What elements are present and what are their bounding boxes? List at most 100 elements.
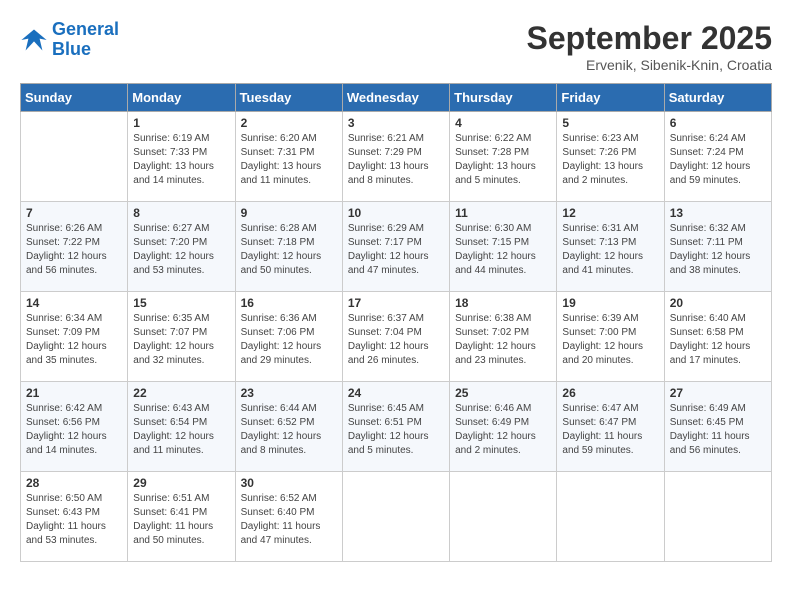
day-number: 28 bbox=[26, 476, 122, 490]
day-info: Sunrise: 6:37 AM Sunset: 7:04 PM Dayligh… bbox=[348, 312, 444, 368]
day-info: Sunrise: 6:46 AM Sunset: 6:49 PM Dayligh… bbox=[455, 402, 551, 458]
day-info: Sunrise: 6:42 AM Sunset: 6:56 PM Dayligh… bbox=[26, 402, 122, 458]
day-number: 13 bbox=[670, 206, 766, 220]
day-number: 7 bbox=[26, 206, 122, 220]
day-info: Sunrise: 6:52 AM Sunset: 6:40 PM Dayligh… bbox=[241, 492, 337, 548]
day-number: 14 bbox=[26, 296, 122, 310]
location-subtitle: Ervenik, Sibenik-Knin, Croatia bbox=[527, 57, 772, 73]
day-info: Sunrise: 6:32 AM Sunset: 7:11 PM Dayligh… bbox=[670, 222, 766, 278]
calendar-cell: 15 Sunrise: 6:35 AM Sunset: 7:07 PM Dayli… bbox=[128, 292, 235, 382]
day-info: Sunrise: 6:40 AM Sunset: 6:58 PM Dayligh… bbox=[670, 312, 766, 368]
calendar-week-row: 14 Sunrise: 6:34 AM Sunset: 7:09 PM Dayli… bbox=[21, 292, 772, 382]
day-number: 18 bbox=[455, 296, 551, 310]
calendar-cell bbox=[664, 472, 771, 562]
calendar-cell bbox=[557, 472, 664, 562]
day-info: Sunrise: 6:20 AM Sunset: 7:31 PM Dayligh… bbox=[241, 132, 337, 188]
calendar-cell bbox=[450, 472, 557, 562]
day-info: Sunrise: 6:44 AM Sunset: 6:52 PM Dayligh… bbox=[241, 402, 337, 458]
day-number: 2 bbox=[241, 116, 337, 130]
calendar-cell: 16Sunrise: 6:36 AM Sunset: 7:06 PM Dayli… bbox=[235, 292, 342, 382]
day-number: 24 bbox=[348, 386, 444, 400]
day-info: Sunrise: 6:50 AM Sunset: 6:43 PM Dayligh… bbox=[26, 492, 122, 548]
day-info: Sunrise: 6:23 AM Sunset: 7:26 PM Dayligh… bbox=[562, 132, 658, 188]
day-number: 12 bbox=[562, 206, 658, 220]
day-info: Sunrise: 6:51 AM Sunset: 6:41 PM Dayligh… bbox=[133, 492, 229, 548]
day-number: 8 bbox=[133, 206, 229, 220]
page-header: General Blue September 2025 Ervenik, Sib… bbox=[20, 20, 772, 73]
calendar-week-row: 21 Sunrise: 6:42 AM Sunset: 6:56 PM Dayli… bbox=[21, 382, 772, 472]
day-info: Sunrise: 6:38 AM Sunset: 7:02 PM Dayligh… bbox=[455, 312, 551, 368]
calendar-cell: 2 Sunrise: 6:20 AM Sunset: 7:31 PM Daylig… bbox=[235, 112, 342, 202]
day-number: 26 bbox=[562, 386, 658, 400]
day-number: 11 bbox=[455, 206, 551, 220]
calendar-cell: 6 Sunrise: 6:24 AM Sunset: 7:24 PM Daylig… bbox=[664, 112, 771, 202]
calendar-cell: 14 Sunrise: 6:34 AM Sunset: 7:09 PM Dayli… bbox=[21, 292, 128, 382]
weekday-header: Saturday bbox=[664, 84, 771, 112]
calendar-header-row: SundayMondayTuesdayWednesdayThursdayFrid… bbox=[21, 84, 772, 112]
calendar-week-row: 1Sunrise: 6:19 AM Sunset: 7:33 PM Daylig… bbox=[21, 112, 772, 202]
calendar-cell: 25Sunrise: 6:46 AM Sunset: 6:49 PM Dayli… bbox=[450, 382, 557, 472]
day-number: 4 bbox=[455, 116, 551, 130]
logo-icon bbox=[20, 26, 48, 54]
day-number: 15 bbox=[133, 296, 229, 310]
day-info: Sunrise: 6:29 AM Sunset: 7:17 PM Dayligh… bbox=[348, 222, 444, 278]
calendar-cell: 5 Sunrise: 6:23 AM Sunset: 7:26 PM Daylig… bbox=[557, 112, 664, 202]
day-number: 10 bbox=[348, 206, 444, 220]
logo-text: General Blue bbox=[52, 20, 119, 60]
day-info: Sunrise: 6:28 AM Sunset: 7:18 PM Dayligh… bbox=[241, 222, 337, 278]
day-number: 5 bbox=[562, 116, 658, 130]
calendar-body: 1Sunrise: 6:19 AM Sunset: 7:33 PM Daylig… bbox=[21, 112, 772, 562]
calendar-cell bbox=[21, 112, 128, 202]
calendar-cell: 20Sunrise: 6:40 AM Sunset: 6:58 PM Dayli… bbox=[664, 292, 771, 382]
logo-line2: Blue bbox=[52, 40, 119, 60]
day-info: Sunrise: 6:21 AM Sunset: 7:29 PM Dayligh… bbox=[348, 132, 444, 188]
day-info: Sunrise: 6:34 AM Sunset: 7:09 PM Dayligh… bbox=[26, 312, 122, 368]
calendar-cell: 19 Sunrise: 6:39 AM Sunset: 7:00 PM Dayli… bbox=[557, 292, 664, 382]
day-info: Sunrise: 6:35 AM Sunset: 7:07 PM Dayligh… bbox=[133, 312, 229, 368]
weekday-header: Monday bbox=[128, 84, 235, 112]
logo-line1: General bbox=[52, 19, 119, 39]
calendar-cell: 27 Sunrise: 6:49 AM Sunset: 6:45 PM Dayli… bbox=[664, 382, 771, 472]
calendar-week-row: 28 Sunrise: 6:50 AM Sunset: 6:43 PM Dayli… bbox=[21, 472, 772, 562]
day-info: Sunrise: 6:39 AM Sunset: 7:00 PM Dayligh… bbox=[562, 312, 658, 368]
day-info: Sunrise: 6:43 AM Sunset: 6:54 PM Dayligh… bbox=[133, 402, 229, 458]
title-block: September 2025 Ervenik, Sibenik-Knin, Cr… bbox=[527, 20, 772, 73]
calendar-cell: 18 Sunrise: 6:38 AM Sunset: 7:02 PM Dayli… bbox=[450, 292, 557, 382]
day-number: 27 bbox=[670, 386, 766, 400]
calendar-cell: 13 Sunrise: 6:32 AM Sunset: 7:11 PM Dayli… bbox=[664, 202, 771, 292]
day-info: Sunrise: 6:24 AM Sunset: 7:24 PM Dayligh… bbox=[670, 132, 766, 188]
calendar-cell: 8Sunrise: 6:27 AM Sunset: 7:20 PM Daylig… bbox=[128, 202, 235, 292]
calendar-cell: 3 Sunrise: 6:21 AM Sunset: 7:29 PM Daylig… bbox=[342, 112, 449, 202]
day-info: Sunrise: 6:26 AM Sunset: 7:22 PM Dayligh… bbox=[26, 222, 122, 278]
calendar-cell: 23 Sunrise: 6:44 AM Sunset: 6:52 PM Dayli… bbox=[235, 382, 342, 472]
day-info: Sunrise: 6:22 AM Sunset: 7:28 PM Dayligh… bbox=[455, 132, 551, 188]
day-number: 6 bbox=[670, 116, 766, 130]
day-number: 23 bbox=[241, 386, 337, 400]
logo: General Blue bbox=[20, 20, 119, 60]
day-number: 17 bbox=[348, 296, 444, 310]
calendar-cell: 29 Sunrise: 6:51 AM Sunset: 6:41 PM Dayli… bbox=[128, 472, 235, 562]
day-number: 16 bbox=[241, 296, 337, 310]
weekday-header: Thursday bbox=[450, 84, 557, 112]
calendar-cell: 28 Sunrise: 6:50 AM Sunset: 6:43 PM Dayli… bbox=[21, 472, 128, 562]
calendar-week-row: 7 Sunrise: 6:26 AM Sunset: 7:22 PM Daylig… bbox=[21, 202, 772, 292]
calendar-cell: 24Sunrise: 6:45 AM Sunset: 6:51 PM Dayli… bbox=[342, 382, 449, 472]
calendar-cell: 11 Sunrise: 6:30 AM Sunset: 7:15 PM Dayli… bbox=[450, 202, 557, 292]
day-number: 29 bbox=[133, 476, 229, 490]
weekday-header: Sunday bbox=[21, 84, 128, 112]
day-number: 30 bbox=[241, 476, 337, 490]
day-info: Sunrise: 6:30 AM Sunset: 7:15 PM Dayligh… bbox=[455, 222, 551, 278]
calendar-cell: 17 Sunrise: 6:37 AM Sunset: 7:04 PM Dayli… bbox=[342, 292, 449, 382]
calendar-cell bbox=[342, 472, 449, 562]
calendar-cell: 9 Sunrise: 6:28 AM Sunset: 7:18 PM Daylig… bbox=[235, 202, 342, 292]
day-info: Sunrise: 6:49 AM Sunset: 6:45 PM Dayligh… bbox=[670, 402, 766, 458]
day-number: 3 bbox=[348, 116, 444, 130]
weekday-header: Friday bbox=[557, 84, 664, 112]
day-number: 19 bbox=[562, 296, 658, 310]
day-number: 21 bbox=[26, 386, 122, 400]
calendar-table: SundayMondayTuesdayWednesdayThursdayFrid… bbox=[20, 83, 772, 562]
weekday-header: Wednesday bbox=[342, 84, 449, 112]
month-year-title: September 2025 bbox=[527, 20, 772, 57]
day-number: 9 bbox=[241, 206, 337, 220]
calendar-cell: 7 Sunrise: 6:26 AM Sunset: 7:22 PM Daylig… bbox=[21, 202, 128, 292]
